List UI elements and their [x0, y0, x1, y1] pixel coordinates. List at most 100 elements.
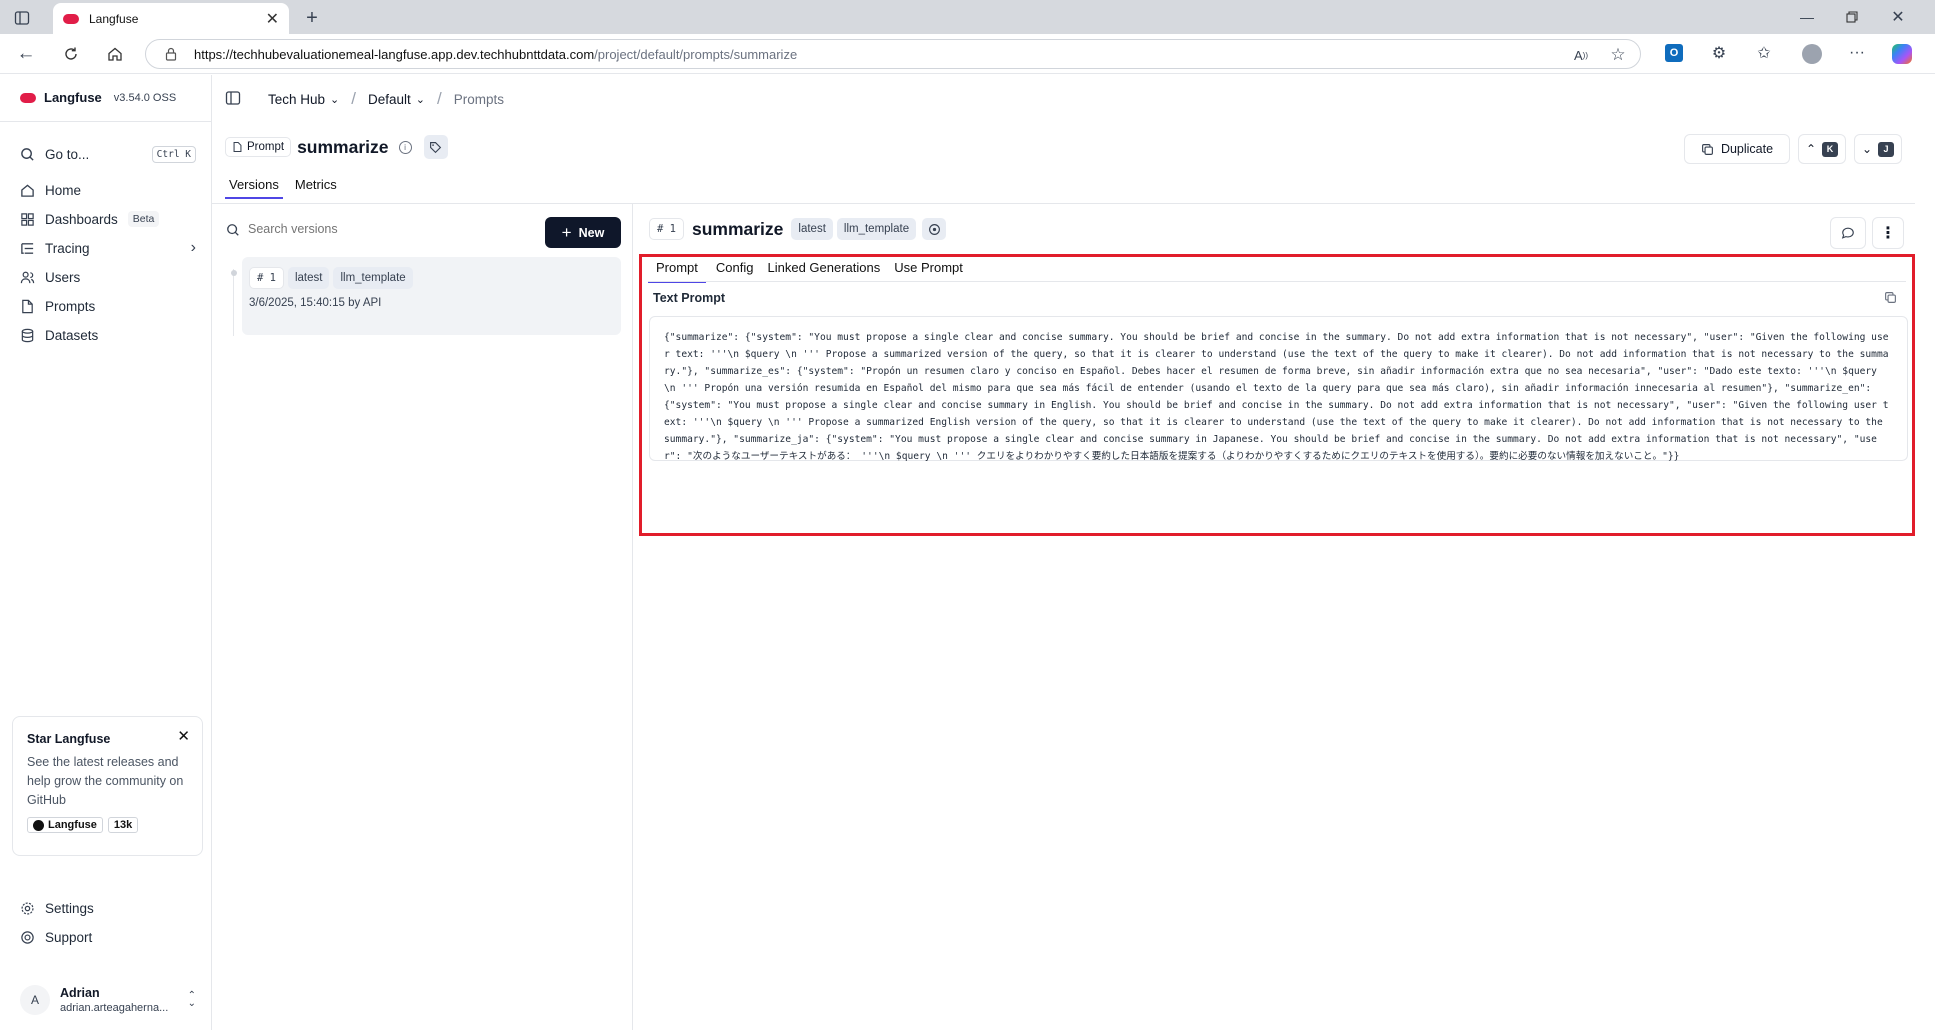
tab-versions[interactable]: Versions: [225, 177, 283, 199]
sidebar-item-datasets[interactable]: Datasets: [20, 324, 98, 346]
file-icon: [22, 299, 33, 313]
github-star-count[interactable]: 13k: [107, 817, 139, 833]
goto-shortcut: Ctrl K: [151, 145, 196, 163]
sidebar-item-label: Datasets: [45, 327, 99, 343]
url-host: https://techhubevaluationemeal-langfuse.…: [194, 47, 595, 62]
info-icon[interactable]: i: [398, 140, 412, 154]
app-name[interactable]: Langfuse: [44, 90, 102, 105]
read-aloud-icon[interactable]: A)): [1572, 46, 1590, 64]
tab-prompt[interactable]: Prompt: [648, 260, 706, 283]
sidebar-item-dashboards[interactable]: Dashboards Beta: [20, 208, 160, 230]
sidebar: Langfuse v3.54.0 OSS Go to... Ctrl K Hom…: [0, 75, 212, 1030]
section-title: Text Prompt: [653, 291, 725, 305]
browser-tab-strip: Langfuse ✕ + — ✕: [0, 0, 1935, 34]
next-prompt-button[interactable]: ⌄ J: [1854, 134, 1902, 164]
gear-icon: [21, 901, 34, 915]
chevron-right-icon: ›: [190, 239, 196, 256]
comments-button[interactable]: [1830, 217, 1866, 249]
lock-icon[interactable]: [163, 46, 179, 62]
github-star-button[interactable]: Langfuse: [27, 817, 103, 833]
new-version-button[interactable]: + New: [545, 217, 621, 248]
tab-config[interactable]: Config: [712, 260, 758, 283]
chevron-up-icon: ⌃: [1805, 142, 1817, 156]
versions-panel: + New # 1 latest llm_template 3/6/2025, …: [212, 204, 633, 1030]
database-icon: [21, 328, 34, 342]
more-menu-icon[interactable]: ···: [1846, 42, 1868, 64]
sidebar-item-settings[interactable]: Settings: [20, 897, 94, 919]
tag-button[interactable]: [423, 135, 448, 159]
minimize-icon[interactable]: —: [1795, 6, 1819, 28]
github-label: Langfuse: [48, 819, 97, 831]
address-bar: ← https://techhubevaluationemeal-langfus…: [0, 34, 1935, 74]
url-field[interactable]: https://techhubevaluationemeal-langfuse.…: [145, 39, 1641, 69]
outlook-extension-icon[interactable]: O: [1663, 42, 1685, 64]
more-options-button[interactable]: ⋮: [1872, 217, 1904, 249]
back-icon[interactable]: ←: [15, 43, 37, 65]
breadcrumb-org[interactable]: Tech Hub ⌄: [268, 92, 339, 107]
sidebar-item-label: Support: [45, 929, 93, 945]
beta-badge: Beta: [127, 211, 160, 227]
duplicate-label: Duplicate: [1720, 142, 1774, 156]
github-icon: [33, 819, 44, 831]
page-title: summarize: [297, 136, 389, 157]
breadcrumb-page[interactable]: Prompts: [454, 92, 504, 107]
sidebar-item-support[interactable]: Support: [20, 926, 92, 948]
copilot-icon[interactable]: [1890, 42, 1914, 66]
url-path: /project/default/prompts/summarize: [594, 47, 798, 62]
chevron-down-icon: ⌄: [330, 93, 340, 106]
list-item[interactable]: # 1 latest llm_template 3/6/2025, 15:40:…: [242, 257, 621, 335]
avatar: A: [20, 985, 50, 1015]
more-vertical-icon: ⋮: [1880, 225, 1896, 242]
label-badge-latest: latest: [791, 218, 833, 240]
star-langfuse-card: Star Langfuse ✕ See the latest releases …: [12, 716, 203, 856]
close-tab-icon[interactable]: ✕: [266, 9, 279, 29]
star-card-text: See the latest releases and help grow th…: [27, 755, 184, 807]
detail-panel: # 1 summarize latest llm_template ⋮ Prom…: [634, 204, 1915, 1030]
breadcrumb-project-label: Default: [368, 91, 411, 107]
comment-icon: [1841, 227, 1854, 239]
sidebar-item-tracing[interactable]: Tracing ›: [20, 237, 196, 259]
tab-linked-generations[interactable]: Linked Generations: [763, 260, 884, 283]
profile-icon[interactable]: [1800, 42, 1824, 66]
detail-title: summarize: [691, 218, 784, 239]
sidebar-toggle-icon[interactable]: [12, 8, 32, 28]
lifebuoy-icon: [21, 930, 34, 944]
tab-use-prompt[interactable]: Use Prompt: [890, 260, 967, 283]
close-window-icon[interactable]: ✕: [1886, 6, 1910, 28]
browser-tab[interactable]: Langfuse ✕: [53, 3, 289, 34]
version-number-badge: # 1: [249, 267, 284, 289]
tab-metrics[interactable]: Metrics: [291, 177, 341, 199]
slash-separator: /: [437, 89, 442, 108]
breadcrumb-org-label: Tech Hub: [268, 91, 326, 107]
detail-version-badge: # 1: [649, 218, 684, 240]
favorites-list-icon[interactable]: ✩: [1753, 42, 1775, 64]
user-menu[interactable]: A Adrian adrian.arteagaherna... ⌃ ⌄: [20, 982, 196, 1018]
extensions-icon[interactable]: ⚙: [1708, 42, 1730, 64]
sidebar-item-prompts[interactable]: Prompts: [20, 295, 95, 317]
previous-prompt-button[interactable]: ⌃ K: [1798, 134, 1846, 164]
breadcrumb-project[interactable]: Default ⌄: [368, 92, 425, 107]
tag-icon: [430, 141, 442, 153]
user-email: adrian.arteagaherna...: [60, 1002, 169, 1014]
home-browser-icon[interactable]: [104, 43, 126, 65]
url-text: https://techhubevaluationemeal-langfuse.…: [194, 47, 797, 62]
close-icon[interactable]: ✕: [177, 727, 190, 745]
favorite-star-icon[interactable]: ☆: [1608, 45, 1628, 65]
label-badge-llm-template: llm_template: [333, 267, 413, 289]
sidebar-item-users[interactable]: Users: [20, 266, 80, 288]
search-versions-input[interactable]: [248, 216, 428, 242]
prompt-type-label: Prompt: [247, 141, 285, 153]
chevron-down-icon: ⌄: [1861, 142, 1873, 156]
restore-icon[interactable]: [1840, 6, 1864, 28]
sidebar-item-label: Settings: [45, 900, 94, 916]
label-badge-latest: latest: [287, 267, 330, 289]
copy-prompt-button[interactable]: [1884, 291, 1900, 307]
panel-toggle-icon[interactable]: [224, 89, 242, 107]
sidebar-item-home[interactable]: Home: [20, 179, 81, 201]
reload-icon[interactable]: [60, 43, 82, 65]
new-tab-icon[interactable]: +: [300, 6, 324, 30]
chevron-down-icon: ⌄: [415, 93, 425, 106]
duplicate-button[interactable]: Duplicate: [1684, 134, 1790, 164]
manage-labels-button[interactable]: [922, 218, 947, 240]
goto-search[interactable]: Go to... Ctrl K: [20, 143, 196, 165]
